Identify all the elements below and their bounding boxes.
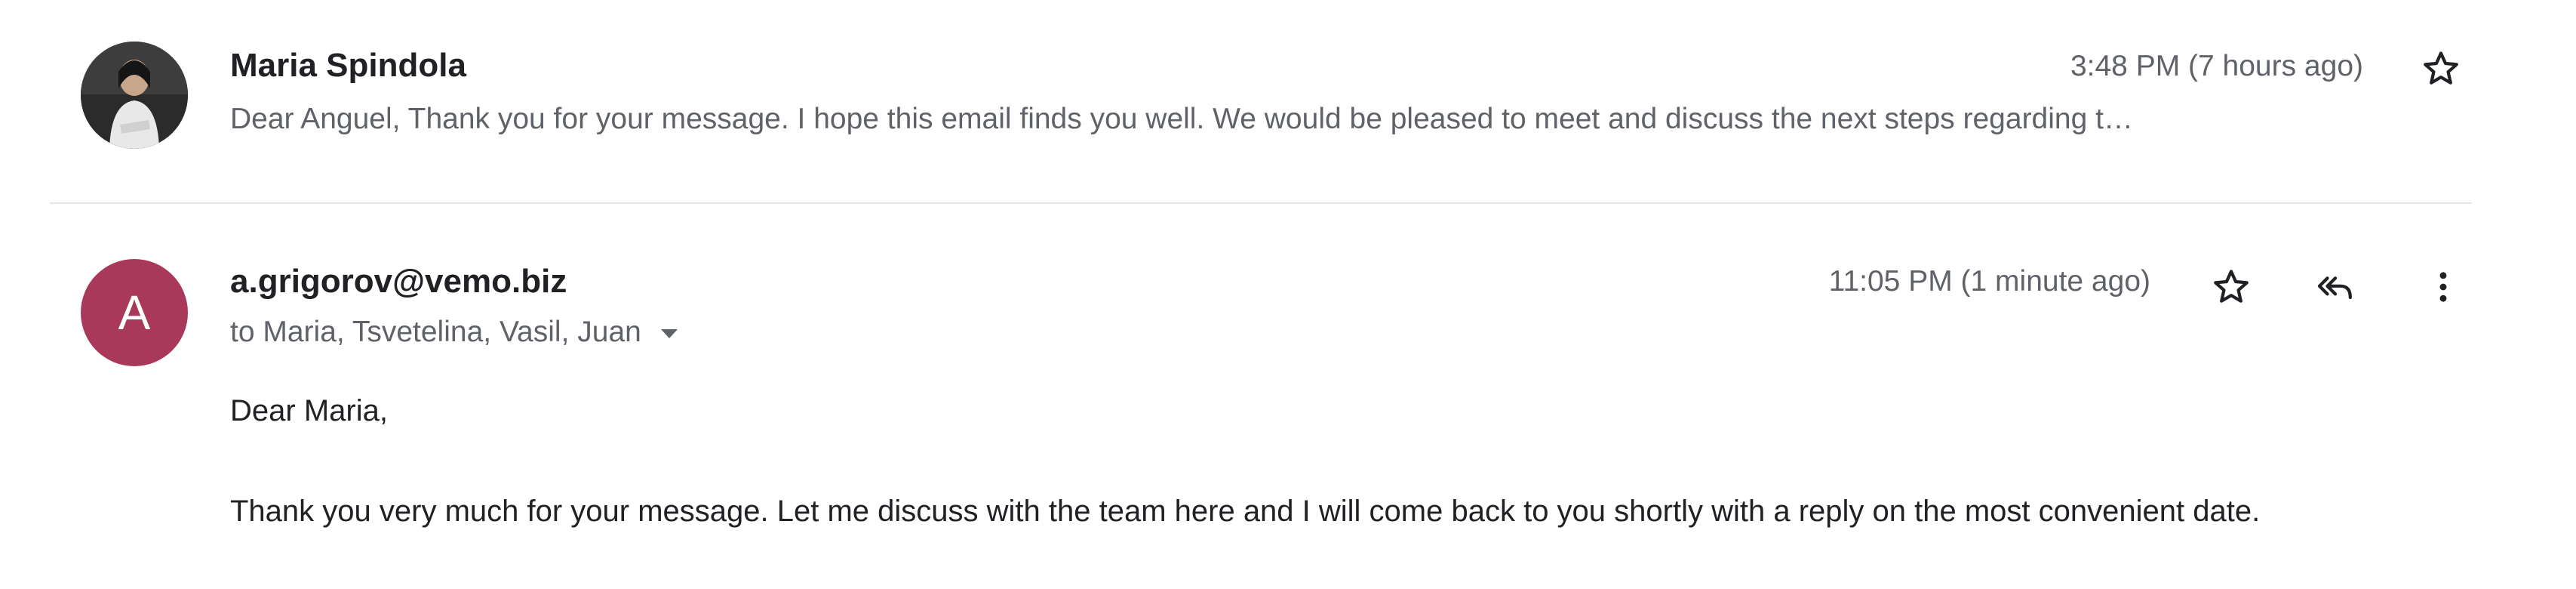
message-body: Thank you very much for your message. Le… [230, 495, 2261, 528]
sender-name: Maria Spindola [230, 47, 466, 84]
star-outline-icon [2424, 51, 2458, 85]
message-timestamp: 3:48 PM (7 hours ago) [2070, 50, 2363, 82]
message-snippet: Dear Anguel, Thank you for your message.… [230, 103, 2133, 135]
reply-all-icon [2317, 276, 2352, 300]
more-options-button[interactable] [2417, 261, 2470, 313]
profile-photo-image [81, 42, 188, 149]
more-vertical-icon [2439, 272, 2447, 302]
chevron-down-icon [660, 329, 678, 338]
recipients-dropdown[interactable]: to Maria, Tsvetelina, Vasil, Juan [230, 316, 678, 349]
sender-email[interactable]: a.grigorov@vemo.biz [230, 263, 567, 301]
star-outline-icon [2214, 270, 2249, 303]
email-message-expanded: A a.grigorov@vemo.biz 11:05 PM (1 minute… [0, 204, 2576, 589]
recipients-label: to Maria, Tsvetelina, Vasil, Juan [230, 316, 641, 348]
star-button[interactable] [2205, 261, 2258, 313]
star-button[interactable] [2415, 42, 2467, 95]
message-timestamp: 11:05 PM (1 minute ago) [1828, 265, 2150, 298]
avatar-letter: A [118, 285, 151, 340]
email-message-collapsed[interactable]: Maria Spindola 3:48 PM (7 hours ago) Dea… [0, 0, 2576, 202]
sender-avatar-photo [81, 42, 188, 149]
reply-all-button[interactable] [2309, 261, 2362, 313]
message-greeting: Dear Maria, [230, 394, 388, 427]
sender-avatar: A [81, 259, 188, 366]
